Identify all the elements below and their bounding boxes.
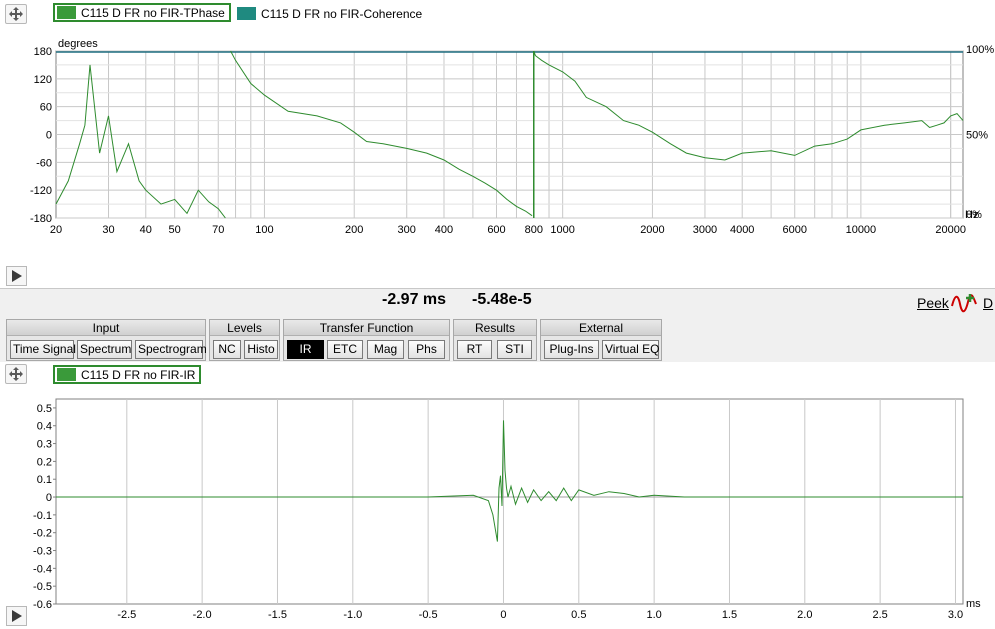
mag-button[interactable]: Mag (367, 340, 404, 359)
phs-button[interactable]: Phs (408, 340, 445, 359)
toolbar-group-results: Results RT STI (453, 319, 537, 361)
ir-x-tick-label: 3.0 (948, 609, 963, 621)
ir-y-tick-label: -0.1 (33, 510, 52, 522)
phase-x-tick-label: 100 (255, 224, 273, 236)
group-title-transfer-function: Transfer Function (284, 320, 449, 336)
histo-button[interactable]: Histo (244, 340, 278, 359)
peek-waveform-icon[interactable] (950, 292, 978, 314)
ir-plot-area (55, 398, 964, 605)
plug-ins-button[interactable]: Plug-Ins (544, 340, 599, 359)
phase-x-tick-label: 2000 (640, 224, 664, 236)
ir-x-tick-label: 0 (500, 609, 506, 621)
toolbar-group-levels: Levels NC Histo (209, 319, 280, 361)
rt-button[interactable]: RT (457, 340, 492, 359)
phase-chart[interactable]: 180120600-60-120-18020 30 40 50 70 100 200 300 4… (0, 0, 995, 250)
ir-y-tick-label: -0.3 (33, 546, 52, 558)
ir-panel: C115 D FR no FIR-IR -2.5 -2.0 -1.5 -1.0 -0.5… (0, 362, 995, 629)
play-icon (12, 270, 22, 282)
ir-x-tick-label: -2.0 (193, 609, 212, 621)
etc-button[interactable]: ETC (327, 340, 363, 359)
phase-x-tick-label: 300 (398, 224, 416, 236)
group-title-external: External (541, 320, 661, 336)
phase-right-tick-label: 0% (966, 209, 982, 221)
phase-x-tick-label: 3000 (693, 224, 717, 236)
d-button[interactable]: D (983, 295, 993, 311)
group-title-input: Input (7, 320, 205, 336)
ir-y-tick-label: -0.5 (33, 581, 52, 593)
spectrum-button[interactable]: Spectrum (77, 340, 132, 359)
ir-x-tick-label: 2.0 (797, 609, 812, 621)
ir-x-tick-label: -2.5 (117, 609, 136, 621)
time-signal-button[interactable]: Time Signal (10, 340, 76, 359)
ir-x-tick-label: -0.5 (419, 609, 438, 621)
ir-x-tick-label: -1.0 (343, 609, 362, 621)
ir-y-tick-label: 0.3 (37, 439, 52, 451)
phase-x-tick-label: 20 (50, 224, 62, 236)
phase-x-tick-label: 10000 (846, 224, 877, 236)
phase-x-tick-label: 20000 (935, 224, 966, 236)
phase-x-tick-label: 50 (169, 224, 181, 236)
phase-y-tick-label: 120 (34, 74, 52, 86)
ir-x-tick-label: -1.5 (268, 609, 287, 621)
ir-y-tick-label: -0.4 (33, 563, 52, 575)
phase-y-unit-label: degrees (58, 38, 98, 50)
ir-y-tick-label: 0.2 (37, 456, 52, 468)
play-icon (12, 610, 22, 622)
value-readout: -5.48e-5 (472, 291, 532, 308)
play-button-top[interactable] (6, 266, 27, 286)
ir-x-unit-label: ms (966, 598, 981, 610)
group-title-levels: Levels (210, 320, 279, 336)
toolbar-group-transfer-function: Transfer Function IR ETC Mag Phs (283, 319, 450, 361)
phase-right-tick-label: 50% (966, 130, 988, 142)
phase-x-tick-label: 800 (525, 224, 543, 236)
ir-x-tick-label: 0.5 (571, 609, 586, 621)
ir-x-tick-label: 1.5 (722, 609, 737, 621)
phase-x-tick-label: 400 (435, 224, 453, 236)
toolbar-group-input: Input Time Signal Spectrum Spectrogram (6, 319, 207, 361)
ir-y-tick-label: 0.5 (37, 403, 52, 415)
ir-button[interactable]: IR (287, 340, 324, 359)
play-button-bottom[interactable] (6, 606, 27, 626)
phase-x-tick-label: 6000 (782, 224, 806, 236)
ir-y-tick-label: -0.6 (33, 599, 52, 611)
ir-y-tick-label: 0.4 (37, 421, 52, 433)
ir-x-tick-label: 2.5 (872, 609, 887, 621)
ir-y-tick-label: -0.2 (33, 528, 52, 540)
phase-y-tick-label: 60 (40, 102, 52, 114)
virtual-eq-button[interactable]: Virtual EQ (602, 340, 659, 359)
sti-button[interactable]: STI (497, 340, 532, 359)
phase-x-tick-label: 4000 (730, 224, 754, 236)
ir-chart[interactable]: -2.5 -2.0 -1.5 -1.0 -0.5 0 0.5 1.0 1.5 2.0 2.5 3.0 0… (0, 362, 995, 629)
ir-x-tick-label: 1.0 (646, 609, 661, 621)
phase-y-tick-label: 180 (34, 46, 52, 58)
ir-y-tick-label: 0 (46, 492, 52, 504)
nc-button[interactable]: NC (213, 340, 241, 359)
phase-x-tick-label: 200 (345, 224, 363, 236)
time-readout: -2.97 ms (382, 291, 447, 308)
phase-x-tick-label: 40 (140, 224, 152, 236)
phase-x-tick-label: 70 (212, 224, 224, 236)
phase-x-tick-label: 30 (102, 224, 114, 236)
phase-y-tick-label: -120 (30, 185, 52, 197)
phase-right-tick-label: 100% (966, 44, 994, 56)
phase-y-tick-label: -60 (36, 157, 52, 169)
phase-y-tick-label: -180 (30, 213, 52, 225)
phase-x-tick-label: 600 (487, 224, 505, 236)
spectrogram-button[interactable]: Spectrogram (135, 340, 207, 359)
group-title-results: Results (454, 320, 536, 336)
toolbar-group-external: External Plug-Ins Virtual EQ (540, 319, 662, 361)
phase-x-tick-label: 1000 (550, 224, 574, 236)
ir-y-tick-label: 0.1 (37, 474, 52, 486)
peek-button[interactable]: Peek (917, 295, 949, 311)
phase-panel: C115 D FR no FIR-TPhase C115 D FR no FIR… (0, 0, 995, 288)
phase-y-tick-label: 0 (46, 130, 52, 142)
